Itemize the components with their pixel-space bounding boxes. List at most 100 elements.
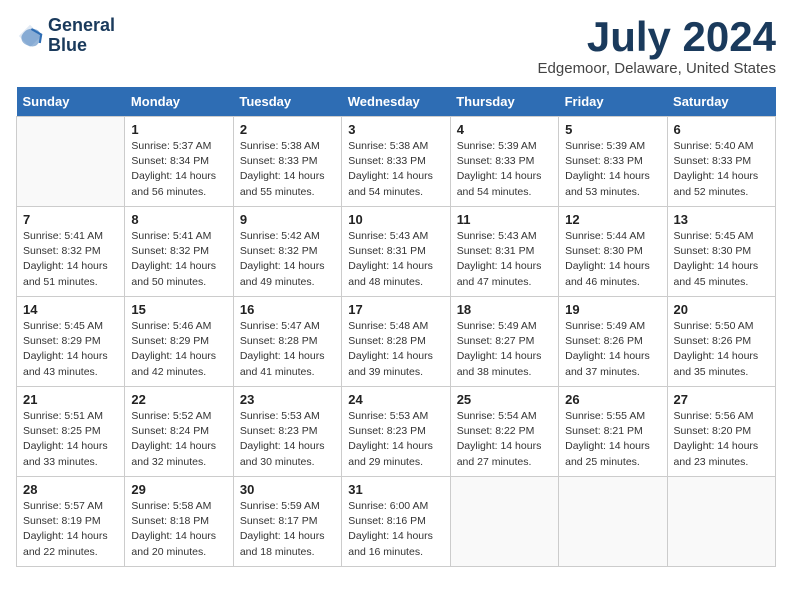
day-number: 22	[131, 392, 226, 407]
day-info: Sunrise: 5:52 AM Sunset: 8:24 PM Dayligh…	[131, 409, 226, 470]
calendar-cell	[17, 117, 125, 207]
day-number: 10	[348, 212, 443, 227]
day-number: 28	[23, 482, 118, 497]
calendar-cell: 31 Sunrise: 6:00 AM Sunset: 8:16 PM Dayli…	[342, 477, 450, 567]
day-number: 12	[565, 212, 660, 227]
calendar-week-row: 21 Sunrise: 5:51 AM Sunset: 8:25 PM Dayli…	[17, 387, 776, 477]
day-number: 6	[674, 122, 769, 137]
day-number: 19	[565, 302, 660, 317]
calendar-cell: 2 Sunrise: 5:38 AM Sunset: 8:33 PM Daylig…	[233, 117, 341, 207]
day-info: Sunrise: 5:43 AM Sunset: 8:31 PM Dayligh…	[348, 229, 443, 290]
calendar-cell: 20Sunrise: 5:50 AM Sunset: 8:26 PM Dayli…	[667, 297, 775, 387]
day-info: Sunrise: 5:49 AM Sunset: 8:27 PM Dayligh…	[457, 319, 552, 380]
day-info: Sunrise: 5:41 AM Sunset: 8:32 PM Dayligh…	[131, 229, 226, 290]
day-info: Sunrise: 5:47 AM Sunset: 8:28 PM Dayligh…	[240, 319, 335, 380]
calendar-cell: 23 Sunrise: 5:53 AM Sunset: 8:23 PM Dayli…	[233, 387, 341, 477]
calendar-cell: 27Sunrise: 5:56 AM Sunset: 8:20 PM Dayli…	[667, 387, 775, 477]
day-number: 23	[240, 392, 335, 407]
calendar-cell: 9 Sunrise: 5:42 AM Sunset: 8:32 PM Daylig…	[233, 207, 341, 297]
day-info: Sunrise: 5:40 AM Sunset: 8:33 PM Dayligh…	[674, 139, 769, 200]
calendar-cell: 16Sunrise: 5:47 AM Sunset: 8:28 PM Dayli…	[233, 297, 341, 387]
calendar-cell	[450, 477, 558, 567]
calendar-cell: 19 Sunrise: 5:49 AM Sunset: 8:26 PM Dayli…	[559, 297, 667, 387]
calendar-cell: 13 Sunrise: 5:45 AM Sunset: 8:30 PM Dayli…	[667, 207, 775, 297]
day-number: 13	[674, 212, 769, 227]
day-info: Sunrise: 5:45 AM Sunset: 8:30 PM Dayligh…	[674, 229, 769, 290]
subtitle: Edgemoor, Delaware, United States	[538, 60, 776, 77]
calendar-cell: 21 Sunrise: 5:51 AM Sunset: 8:25 PM Dayli…	[17, 387, 125, 477]
day-number: 31	[348, 482, 443, 497]
day-info: Sunrise: 5:37 AM Sunset: 8:34 PM Dayligh…	[131, 139, 226, 200]
calendar-cell: 28 Sunrise: 5:57 AM Sunset: 8:19 PM Dayli…	[17, 477, 125, 567]
day-number: 21	[23, 392, 118, 407]
day-info: Sunrise: 5:54 AM Sunset: 8:22 PM Dayligh…	[457, 409, 552, 470]
weekday-header-monday: Monday	[125, 87, 233, 117]
day-number: 29	[131, 482, 226, 497]
day-number: 9	[240, 212, 335, 227]
day-number: 18	[457, 302, 552, 317]
weekday-header-wednesday: Wednesday	[342, 87, 450, 117]
day-number: 7	[23, 212, 118, 227]
weekday-header-tuesday: Tuesday	[233, 87, 341, 117]
day-number: 25	[457, 392, 552, 407]
calendar-cell: 25 Sunrise: 5:54 AM Sunset: 8:22 PM Dayli…	[450, 387, 558, 477]
day-info: Sunrise: 5:45 AM Sunset: 8:29 PM Dayligh…	[23, 319, 118, 380]
calendar-cell	[667, 477, 775, 567]
calendar-cell: 22 Sunrise: 5:52 AM Sunset: 8:24 PM Dayli…	[125, 387, 233, 477]
day-info: Sunrise: 6:00 AM Sunset: 8:16 PM Dayligh…	[348, 499, 443, 560]
day-info: Sunrise: 5:38 AM Sunset: 8:33 PM Dayligh…	[240, 139, 335, 200]
day-number: 26	[565, 392, 660, 407]
calendar-week-row: 1 Sunrise: 5:37 AM Sunset: 8:34 PM Daylig…	[17, 117, 776, 207]
calendar-week-row: 28 Sunrise: 5:57 AM Sunset: 8:19 PM Dayli…	[17, 477, 776, 567]
day-number: 17	[348, 302, 443, 317]
day-number: 11	[457, 212, 552, 227]
day-info: Sunrise: 5:58 AM Sunset: 8:18 PM Dayligh…	[131, 499, 226, 560]
day-info: Sunrise: 5:53 AM Sunset: 8:23 PM Dayligh…	[348, 409, 443, 470]
day-number: 1	[131, 122, 226, 137]
calendar-cell: 30Sunrise: 5:59 AM Sunset: 8:17 PM Dayli…	[233, 477, 341, 567]
calendar-cell: 4Sunrise: 5:39 AM Sunset: 8:33 PM Daylig…	[450, 117, 558, 207]
calendar-cell: 15Sunrise: 5:46 AM Sunset: 8:29 PM Dayli…	[125, 297, 233, 387]
day-info: Sunrise: 5:43 AM Sunset: 8:31 PM Dayligh…	[457, 229, 552, 290]
calendar-cell: 10 Sunrise: 5:43 AM Sunset: 8:31 PM Dayli…	[342, 207, 450, 297]
day-info: Sunrise: 5:44 AM Sunset: 8:30 PM Dayligh…	[565, 229, 660, 290]
calendar-cell: 17Sunrise: 5:48 AM Sunset: 8:28 PM Dayli…	[342, 297, 450, 387]
day-number: 8	[131, 212, 226, 227]
day-info: Sunrise: 5:53 AM Sunset: 8:23 PM Dayligh…	[240, 409, 335, 470]
weekday-header-saturday: Saturday	[667, 87, 775, 117]
calendar-cell: 11 Sunrise: 5:43 AM Sunset: 8:31 PM Dayli…	[450, 207, 558, 297]
header: General Blue July 2024 Edgemoor, Delawar…	[16, 16, 776, 77]
day-number: 3	[348, 122, 443, 137]
calendar-cell: 3Sunrise: 5:38 AM Sunset: 8:33 PM Daylig…	[342, 117, 450, 207]
day-number: 15	[131, 302, 226, 317]
logo-line1: General	[48, 16, 115, 36]
main-title: July 2024	[538, 16, 776, 58]
day-info: Sunrise: 5:39 AM Sunset: 8:33 PM Dayligh…	[457, 139, 552, 200]
day-info: Sunrise: 5:41 AM Sunset: 8:32 PM Dayligh…	[23, 229, 118, 290]
calendar-cell: 26Sunrise: 5:55 AM Sunset: 8:21 PM Dayli…	[559, 387, 667, 477]
calendar-cell	[559, 477, 667, 567]
day-number: 5	[565, 122, 660, 137]
weekday-header-thursday: Thursday	[450, 87, 558, 117]
calendar-cell: 7 Sunrise: 5:41 AM Sunset: 8:32 PM Daylig…	[17, 207, 125, 297]
logo-text: General Blue	[48, 16, 115, 56]
day-number: 24	[348, 392, 443, 407]
day-info: Sunrise: 5:51 AM Sunset: 8:25 PM Dayligh…	[23, 409, 118, 470]
calendar-cell: 14 Sunrise: 5:45 AM Sunset: 8:29 PM Dayli…	[17, 297, 125, 387]
day-info: Sunrise: 5:57 AM Sunset: 8:19 PM Dayligh…	[23, 499, 118, 560]
calendar-cell: 18 Sunrise: 5:49 AM Sunset: 8:27 PM Dayli…	[450, 297, 558, 387]
weekday-header-row: SundayMondayTuesdayWednesdayThursdayFrid…	[17, 87, 776, 117]
calendar-cell: 5Sunrise: 5:39 AM Sunset: 8:33 PM Daylig…	[559, 117, 667, 207]
calendar-week-row: 7 Sunrise: 5:41 AM Sunset: 8:32 PM Daylig…	[17, 207, 776, 297]
calendar-cell: 1 Sunrise: 5:37 AM Sunset: 8:34 PM Daylig…	[125, 117, 233, 207]
day-number: 20	[674, 302, 769, 317]
weekday-header-sunday: Sunday	[17, 87, 125, 117]
calendar-cell: 6 Sunrise: 5:40 AM Sunset: 8:33 PM Daylig…	[667, 117, 775, 207]
calendar-week-row: 14 Sunrise: 5:45 AM Sunset: 8:29 PM Dayli…	[17, 297, 776, 387]
logo: General Blue	[16, 16, 115, 56]
day-number: 14	[23, 302, 118, 317]
day-number: 2	[240, 122, 335, 137]
day-info: Sunrise: 5:42 AM Sunset: 8:32 PM Dayligh…	[240, 229, 335, 290]
day-info: Sunrise: 5:49 AM Sunset: 8:26 PM Dayligh…	[565, 319, 660, 380]
calendar-cell: 24 Sunrise: 5:53 AM Sunset: 8:23 PM Dayli…	[342, 387, 450, 477]
